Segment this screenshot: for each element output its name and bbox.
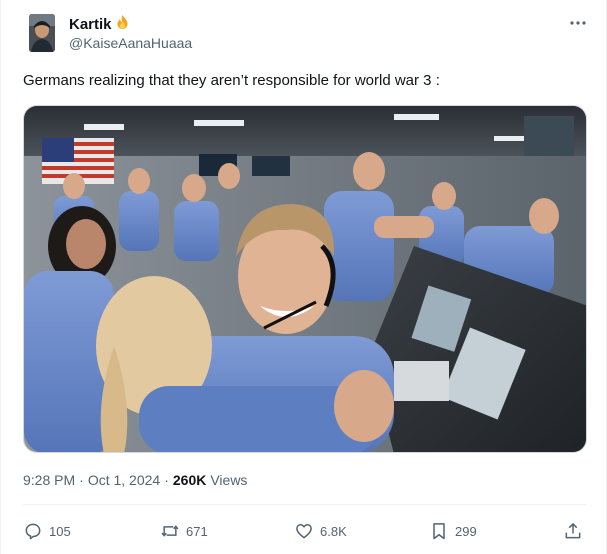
reply-icon (25, 523, 41, 540)
tweet-time[interactable]: 9:28 PM (23, 472, 75, 488)
fire-icon (115, 14, 130, 35)
meta-separator: · (164, 472, 169, 488)
bookmark-button[interactable]: 299 (429, 518, 477, 544)
tweet-date[interactable]: Oct 1, 2024 (88, 472, 160, 488)
action-bar: 105 671 6.8K 299 (23, 518, 587, 544)
tweet-header: Kartik @KaiseAanaHuaaa (29, 12, 589, 56)
like-count: 6.8K (320, 523, 347, 539)
display-name[interactable]: Kartik (69, 16, 112, 33)
meta-separator: · (79, 472, 84, 488)
avatar[interactable] (29, 14, 55, 52)
tweet-card: Kartik @KaiseAanaHuaaa Germans realizing… (0, 0, 607, 554)
more-icon (570, 21, 586, 25)
views-label: Views (210, 472, 248, 488)
share-icon (565, 523, 581, 539)
bookmark-icon (433, 523, 445, 540)
bookmark-count: 299 (455, 523, 477, 539)
repost-count: 671 (186, 523, 208, 539)
photo-image (24, 106, 586, 452)
share-button[interactable] (563, 518, 583, 544)
heart-icon (296, 524, 312, 539)
tweet-meta: 9:28 PM · Oct 1, 2024 · 260K Views (23, 472, 247, 488)
avatar-image (29, 14, 55, 52)
user-handle[interactable]: @KaiseAanaHuaaa (69, 35, 192, 51)
repost-icon (161, 525, 179, 537)
reply-count: 105 (49, 523, 71, 539)
tweet-text: Germans realizing that they aren’t respo… (23, 72, 440, 89)
reply-button[interactable]: 105 (23, 518, 71, 544)
name-row: Kartik (69, 14, 130, 35)
views-count: 260K (172, 472, 207, 488)
repost-button[interactable]: 671 (160, 518, 208, 544)
divider (23, 504, 587, 505)
like-button[interactable]: 6.8K (294, 518, 347, 544)
more-button[interactable] (567, 12, 589, 34)
tweet-photo[interactable] (23, 105, 587, 453)
